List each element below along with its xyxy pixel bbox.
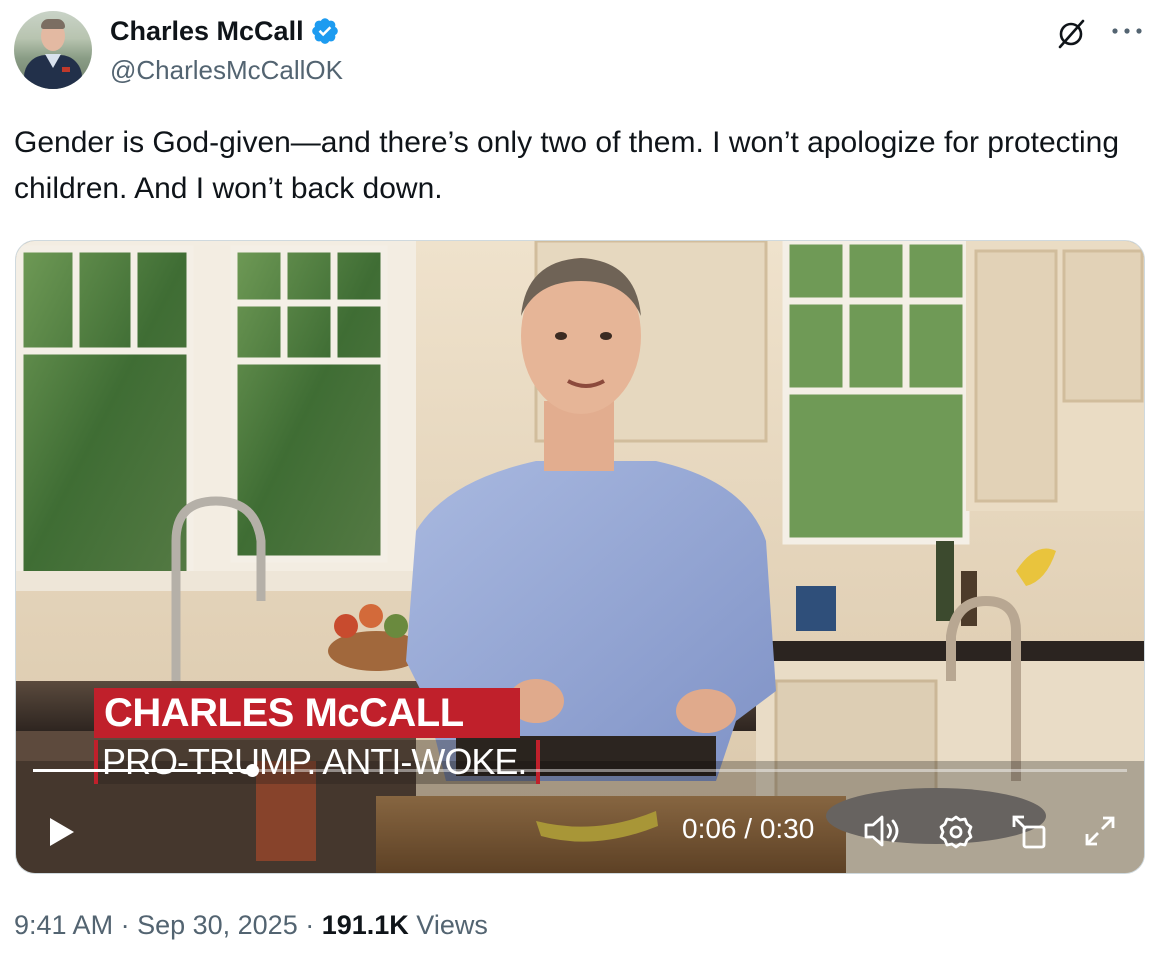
video-player[interactable]: CHARLES McCALL PRO-TRUMP. ANTI-WOKE. 0:0… bbox=[15, 240, 1145, 874]
author-handle[interactable]: @CharlesMcCallOK bbox=[110, 55, 343, 86]
tweet-date[interactable]: Sep 30, 2025 bbox=[137, 910, 298, 940]
tweet-time[interactable]: 9:41 AM bbox=[14, 910, 113, 940]
grok-icon[interactable] bbox=[1054, 17, 1088, 51]
tweet-metadata: 9:41 AM · Sep 30, 2025 · 191.1K Views bbox=[14, 910, 488, 941]
views-count[interactable]: 191.1K bbox=[322, 910, 409, 940]
lower-third-tagline: PRO-TRUMP. ANTI-WOKE. bbox=[94, 740, 541, 784]
volume-icon[interactable] bbox=[862, 813, 904, 849]
tweet-text: Gender is God-given—and there’s only two… bbox=[14, 126, 1120, 205]
picture-in-picture-icon[interactable] bbox=[1010, 813, 1048, 851]
avatar-hair bbox=[41, 19, 65, 29]
video-progress-fill bbox=[33, 769, 252, 772]
settings-icon[interactable] bbox=[938, 814, 974, 850]
video-controls: 0:06 / 0:30 bbox=[16, 801, 1144, 861]
author-name[interactable]: Charles McCall bbox=[110, 16, 304, 47]
author-avatar[interactable] bbox=[14, 11, 92, 89]
video-progress-knob[interactable] bbox=[246, 764, 259, 777]
play-icon[interactable] bbox=[44, 815, 78, 849]
fullscreen-icon[interactable] bbox=[1084, 815, 1116, 847]
video-progress-bar[interactable] bbox=[33, 764, 1127, 777]
avatar-badge bbox=[62, 67, 70, 72]
views-label: Views bbox=[408, 910, 488, 940]
video-time-display: 0:06 / 0:30 bbox=[682, 813, 815, 844]
more-icon[interactable] bbox=[1110, 24, 1144, 38]
author-name-row: Charles McCall bbox=[110, 14, 340, 48]
separator-dot: · bbox=[113, 910, 138, 940]
lower-third-name: CHARLES McCALL bbox=[94, 688, 520, 738]
verified-badge-icon[interactable] bbox=[310, 16, 340, 46]
separator-dot: · bbox=[297, 910, 322, 940]
